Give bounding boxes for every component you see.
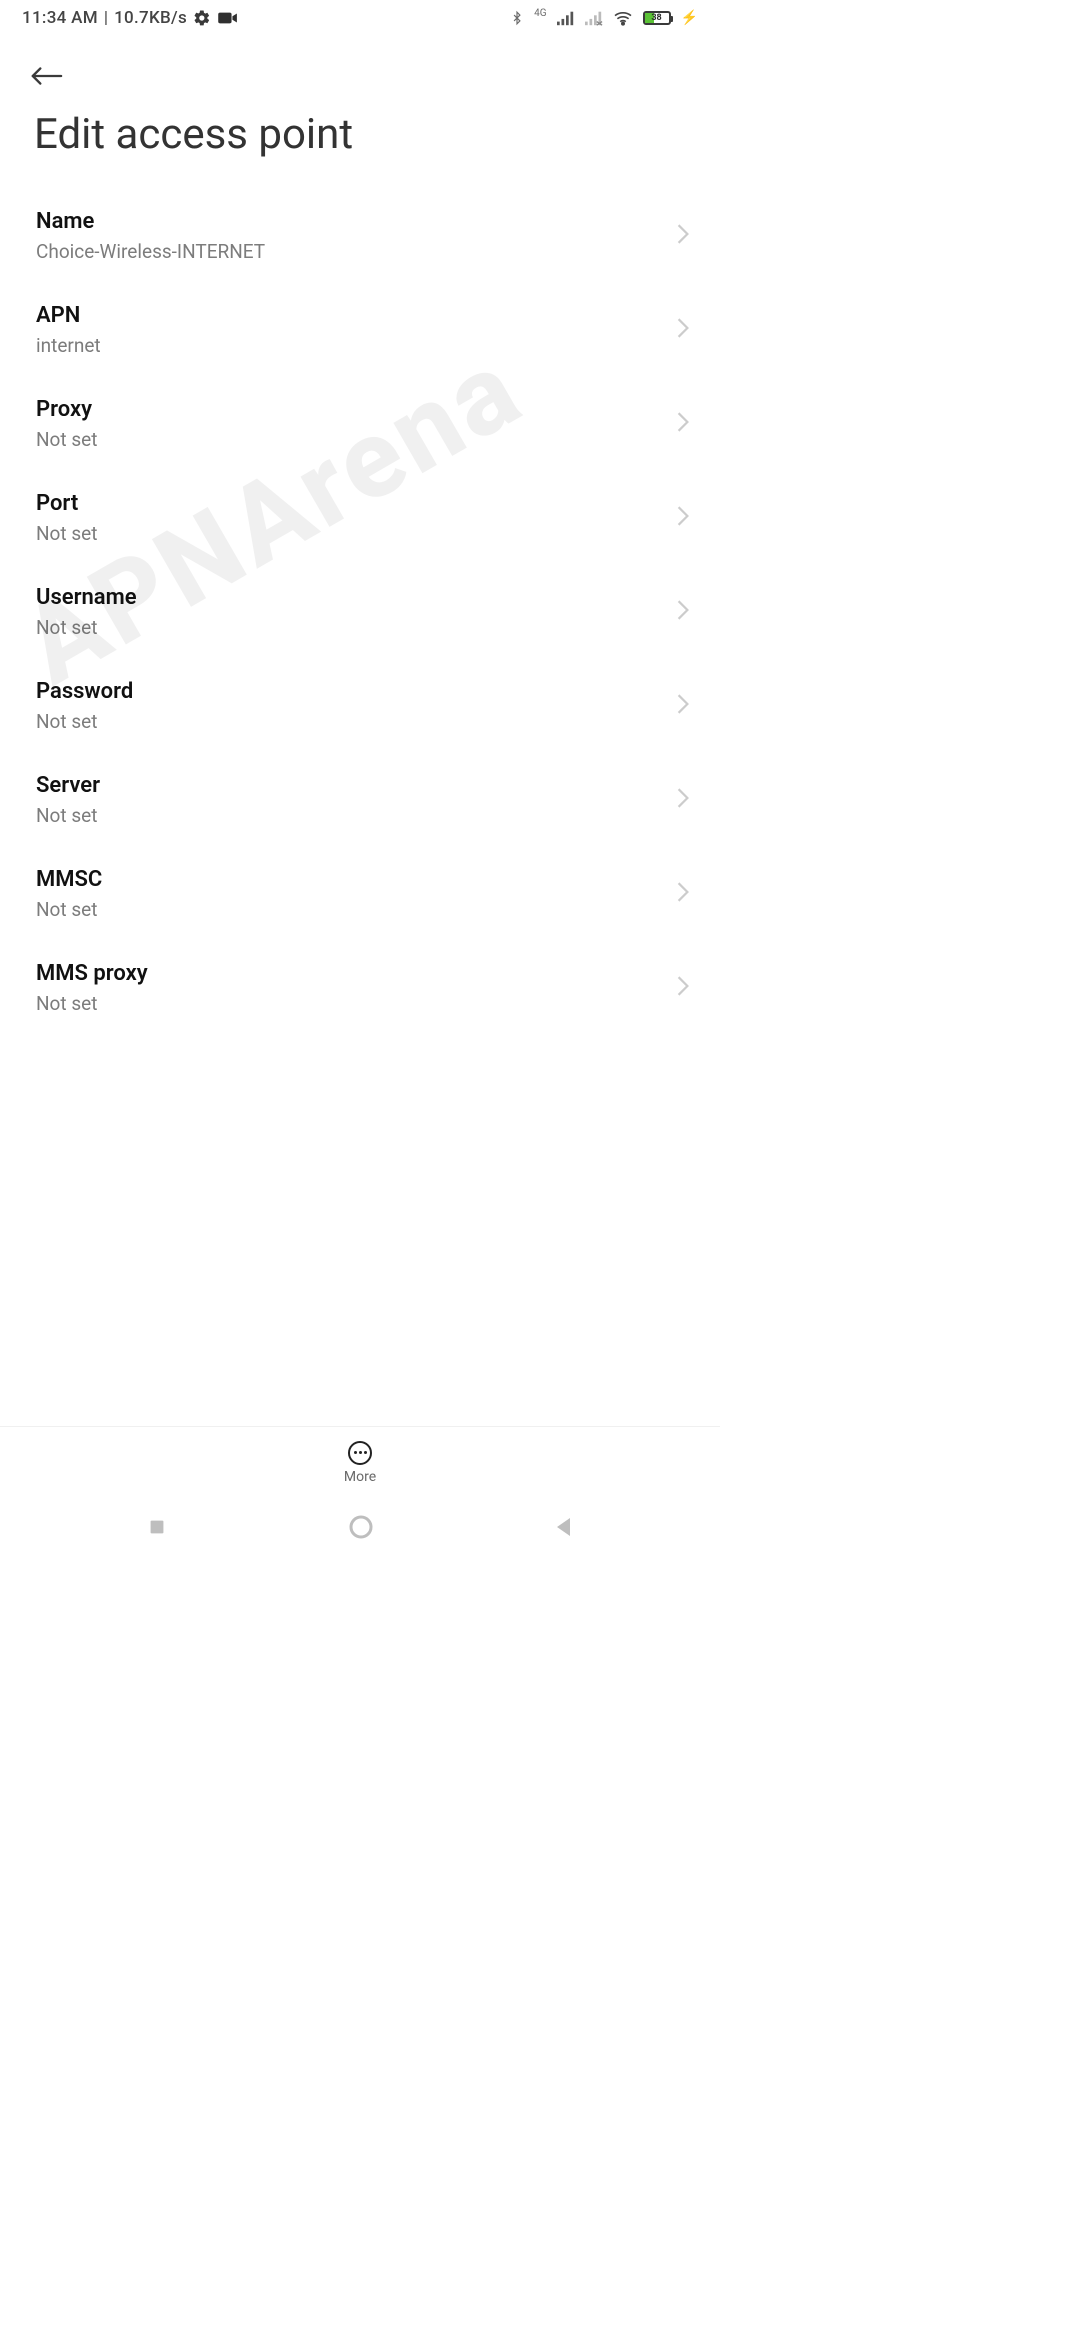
more-icon: [348, 1441, 372, 1465]
field-label: Proxy: [36, 397, 662, 422]
field-value: Not set: [36, 804, 662, 827]
field-label: Port: [36, 491, 662, 516]
field-value: internet: [36, 334, 662, 357]
field-value: Choice-Wireless-INTERNET: [36, 240, 662, 263]
field-row-port[interactable]: Port Not set: [0, 471, 720, 565]
chevron-right-icon: [676, 317, 690, 343]
recent-apps-icon[interactable]: [146, 1516, 168, 1542]
field-row-mmsc[interactable]: MMSC Not set: [0, 847, 720, 941]
field-value: Not set: [36, 616, 662, 639]
field-label: Name: [36, 209, 662, 234]
videocam-icon: [217, 10, 239, 26]
back-button[interactable]: [22, 52, 70, 100]
chevron-right-icon: [676, 223, 690, 249]
field-row-server[interactable]: Server Not set: [0, 753, 720, 847]
status-separator: |: [104, 8, 108, 28]
field-row-mms-proxy[interactable]: MMS proxy Not set: [0, 941, 720, 1035]
chevron-right-icon: [676, 505, 690, 531]
field-row-username[interactable]: Username Not set: [0, 565, 720, 659]
battery-percent: 38: [645, 13, 669, 23]
arrow-back-icon: [29, 64, 63, 88]
field-label: MMSC: [36, 867, 662, 892]
field-row-apn[interactable]: APN internet: [0, 283, 720, 377]
status-net-speed: 10.7KB/s: [114, 8, 187, 28]
field-row-name[interactable]: Name Choice-Wireless-INTERNET: [0, 189, 720, 283]
network-type-label: 4G: [534, 8, 546, 19]
field-value: Not set: [36, 522, 662, 545]
system-nav-bar: [0, 1498, 720, 1560]
status-bar: 11:34 AM | 10.7KB/s 4G 38 ⚡: [0, 0, 720, 36]
bluetooth-icon: [510, 8, 524, 28]
field-label: MMS proxy: [36, 961, 662, 986]
signal-bars-icon: [557, 10, 575, 26]
nav-back-icon[interactable]: [554, 1516, 574, 1542]
field-label: Password: [36, 679, 662, 704]
status-right: 4G 38 ⚡: [510, 8, 698, 28]
field-value: Not set: [36, 898, 662, 921]
wifi-icon: [613, 10, 633, 26]
app-bar: Edit access point: [0, 36, 720, 173]
field-row-password[interactable]: Password Not set: [0, 659, 720, 753]
chevron-right-icon: [676, 599, 690, 625]
chevron-right-icon: [676, 693, 690, 719]
field-value: Not set: [36, 710, 662, 733]
charging-bolt-icon: ⚡: [681, 10, 698, 26]
status-time: 11:34 AM: [22, 8, 98, 28]
field-value: Not set: [36, 428, 662, 451]
status-left: 11:34 AM | 10.7KB/s: [22, 8, 239, 28]
chevron-right-icon: [676, 881, 690, 907]
field-label: Username: [36, 585, 662, 610]
home-icon[interactable]: [348, 1514, 374, 1544]
field-label: Server: [36, 773, 662, 798]
more-button[interactable]: More: [344, 1441, 376, 1485]
chevron-right-icon: [676, 787, 690, 813]
gear-icon: [193, 9, 211, 27]
field-value: Not set: [36, 992, 662, 1015]
chevron-right-icon: [676, 975, 690, 1001]
chevron-right-icon: [676, 411, 690, 437]
field-label: APN: [36, 303, 662, 328]
settings-list: Name Choice-Wireless-INTERNET APN intern…: [0, 173, 720, 1035]
field-row-proxy[interactable]: Proxy Not set: [0, 377, 720, 471]
bottom-toolbar: More: [0, 1426, 720, 1498]
battery-icon: 38: [643, 11, 671, 25]
signal-bars-x-icon: [585, 10, 603, 26]
page-title: Edit access point: [28, 100, 692, 165]
more-caption: More: [344, 1469, 376, 1485]
